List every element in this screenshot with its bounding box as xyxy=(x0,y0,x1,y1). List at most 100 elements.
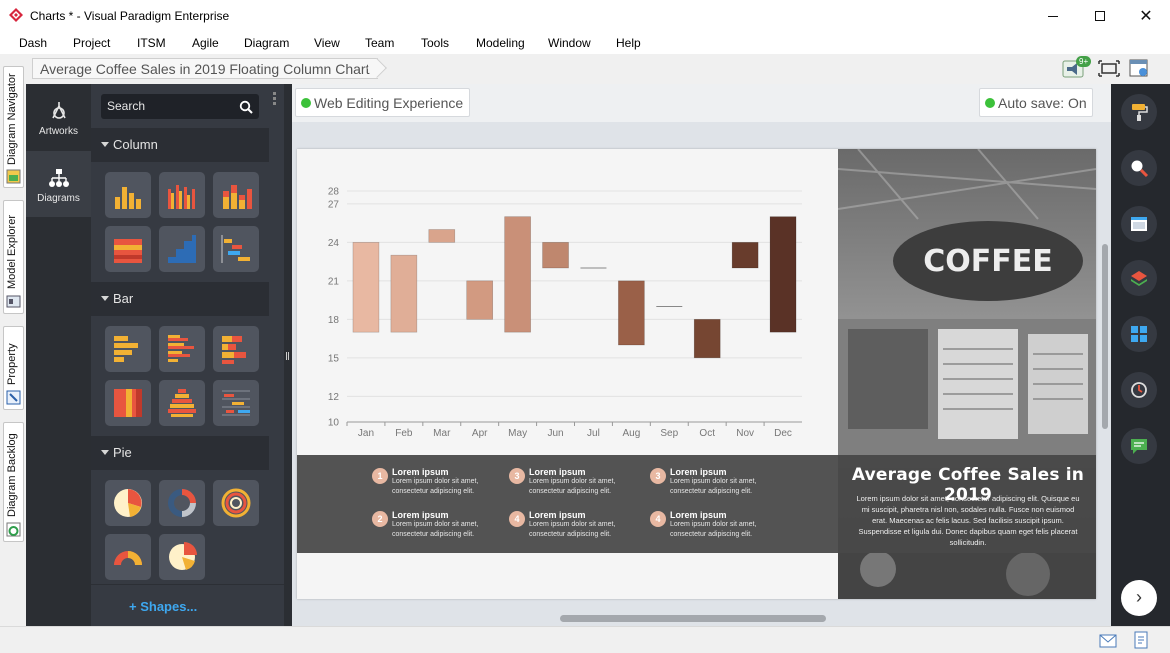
shape-gantt-column-chart[interactable] xyxy=(213,226,259,272)
shape-column-chart[interactable] xyxy=(105,172,151,218)
exploded-pie-icon xyxy=(169,542,197,570)
comments-button[interactable] xyxy=(1121,428,1157,464)
shape-stacked-column-chart[interactable] xyxy=(213,172,259,218)
horizontal-scrollbar[interactable] xyxy=(560,615,826,622)
shape-heatmap-bar-chart[interactable] xyxy=(105,380,151,426)
shape-bar-chart[interactable] xyxy=(105,326,151,372)
menu-modeling[interactable]: Modeling xyxy=(476,36,525,50)
category-bar[interactable]: Bar xyxy=(91,282,269,316)
category-column[interactable]: Column xyxy=(91,128,269,162)
web-editing-indicator[interactable]: Web Editing Experience xyxy=(295,88,470,117)
floating-column-chart[interactable]: 10 12 15 18 21 24 2728 Jan Feb Mar Apr May Jun Jul Aug… xyxy=(297,149,838,455)
shape-semi-pie-chart[interactable] xyxy=(105,534,151,580)
notifications-button[interactable]: 9+ xyxy=(1062,56,1092,78)
search-input[interactable]: Search xyxy=(107,99,145,113)
x-tick-label: Feb xyxy=(395,428,413,439)
autosave-label: Auto save: On xyxy=(998,95,1087,111)
expand-panel-button[interactable]: › xyxy=(1121,580,1157,616)
menu-help[interactable]: Help xyxy=(616,36,641,50)
search-box[interactable]: Search xyxy=(101,94,259,119)
menu-diagram[interactable]: Diagram xyxy=(244,36,289,50)
menu-bar: Dash Project ITSM Agile Diagram View Tea… xyxy=(0,32,1170,54)
donut-chart-icon xyxy=(168,489,196,517)
notes-icon[interactable] xyxy=(1133,631,1149,649)
vertical-scrollbar[interactable] xyxy=(1102,244,1108,429)
backlog-icon xyxy=(6,522,21,537)
tab-model-explorer[interactable]: Model Explorer xyxy=(3,200,24,314)
panels-button[interactable] xyxy=(1121,316,1157,352)
x-tick-label: Dec xyxy=(774,428,792,439)
tab-diagram-backlog[interactable]: Diagram Backlog xyxy=(3,422,24,542)
magnifier-icon xyxy=(1131,160,1149,178)
category-pie-label: Pie xyxy=(113,445,132,460)
menu-window[interactable]: Window xyxy=(548,36,591,50)
nav-diagrams[interactable]: Diagrams xyxy=(26,151,91,217)
item-text: Lorem ipsum dolor sit amet, consectetur … xyxy=(670,521,757,538)
breadcrumb[interactable]: Average Coffee Sales in 2019 Floating Co… xyxy=(32,58,378,79)
web-editing-label: Web Editing Experience xyxy=(314,95,464,111)
nav-diagrams-label: Diagrams xyxy=(37,193,80,204)
diagrams-icon xyxy=(48,169,69,187)
visual-paradigm-logo-icon xyxy=(9,8,23,22)
layout-icon xyxy=(1129,59,1148,77)
tab-diagram-navigator[interactable]: Diagram Navigator xyxy=(3,66,24,188)
panel-options-icon[interactable] xyxy=(273,92,276,106)
shape-grouped-column-chart[interactable] xyxy=(159,172,205,218)
shape-donut-chart[interactable] xyxy=(159,480,205,526)
fit-screen-icon xyxy=(1098,60,1120,77)
y-tick-label: 12 xyxy=(328,392,340,403)
right-tool-panel: › xyxy=(1111,84,1170,626)
menu-itsm[interactable]: ITSM xyxy=(137,36,166,50)
search-icon[interactable] xyxy=(239,100,253,114)
menu-tools[interactable]: Tools xyxy=(421,36,449,50)
shape-ring-chart[interactable] xyxy=(213,480,259,526)
shape-step-column-chart[interactable] xyxy=(159,226,205,272)
step-column-icon xyxy=(168,235,196,263)
menu-dash[interactable]: Dash xyxy=(19,36,47,50)
y-tick-label: 24 xyxy=(328,238,340,249)
shape-exploded-pie-chart[interactable] xyxy=(159,534,205,580)
shape-population-pyramid-chart[interactable] xyxy=(159,380,205,426)
shape-heatmap-column-chart[interactable] xyxy=(105,226,151,272)
shape-gantt-bar-chart[interactable] xyxy=(213,380,259,426)
nav-artworks[interactable]: Artworks xyxy=(26,84,91,150)
x-tick-label: Nov xyxy=(736,428,754,439)
item-title: Lorem ipsum xyxy=(670,467,727,477)
model-explorer-icon xyxy=(6,295,21,308)
minimize-button[interactable] xyxy=(1030,0,1076,32)
shape-stacked-bar-chart[interactable] xyxy=(213,326,259,372)
autosave-indicator[interactable]: Auto save: On xyxy=(979,88,1093,117)
page-layout-button[interactable] xyxy=(1128,58,1152,78)
more-shapes-link[interactable]: + Shapes... xyxy=(91,584,284,626)
panel-splitter[interactable] xyxy=(284,84,292,626)
floating-bar xyxy=(428,229,456,243)
x-tick-label: Oct xyxy=(699,428,715,439)
pie-chart-icon xyxy=(114,489,142,517)
history-button[interactable] xyxy=(1121,372,1157,408)
diagram-page[interactable]: 10 12 15 18 21 24 27 28 Jan Feb Mar Apr May Jun Jul Aug… xyxy=(297,149,1096,599)
tab-property[interactable]: Property xyxy=(3,326,24,410)
zoom-button[interactable] xyxy=(1121,150,1157,186)
paint-roller-icon xyxy=(1132,104,1148,121)
notification-badge: 9+ xyxy=(1076,56,1092,67)
menu-view[interactable]: View xyxy=(314,36,340,50)
y-tick-label: 15 xyxy=(328,353,340,364)
floating-bar xyxy=(731,242,759,269)
page-setup-button[interactable] xyxy=(1121,206,1157,242)
shape-pie-chart[interactable] xyxy=(105,480,151,526)
menu-team[interactable]: Team xyxy=(365,36,394,50)
close-button[interactable]: ✕ xyxy=(1123,0,1169,32)
maximize-button[interactable] xyxy=(1077,0,1123,32)
format-painter-button[interactable] xyxy=(1121,94,1157,130)
menu-agile[interactable]: Agile xyxy=(192,36,219,50)
mail-icon[interactable] xyxy=(1099,634,1117,648)
layers-button[interactable] xyxy=(1121,260,1157,296)
fit-to-screen-button[interactable] xyxy=(1098,58,1122,78)
diagram-canvas[interactable]: Web Editing Experience Auto save: On 10 1… xyxy=(292,84,1111,626)
x-tick-label: May xyxy=(508,428,527,439)
shape-grouped-bar-chart[interactable] xyxy=(159,326,205,372)
gantt-column-icon xyxy=(221,235,250,263)
menu-project[interactable]: Project xyxy=(73,36,110,50)
nav-artworks-label: Artworks xyxy=(39,126,78,137)
category-pie[interactable]: Pie xyxy=(91,436,269,470)
